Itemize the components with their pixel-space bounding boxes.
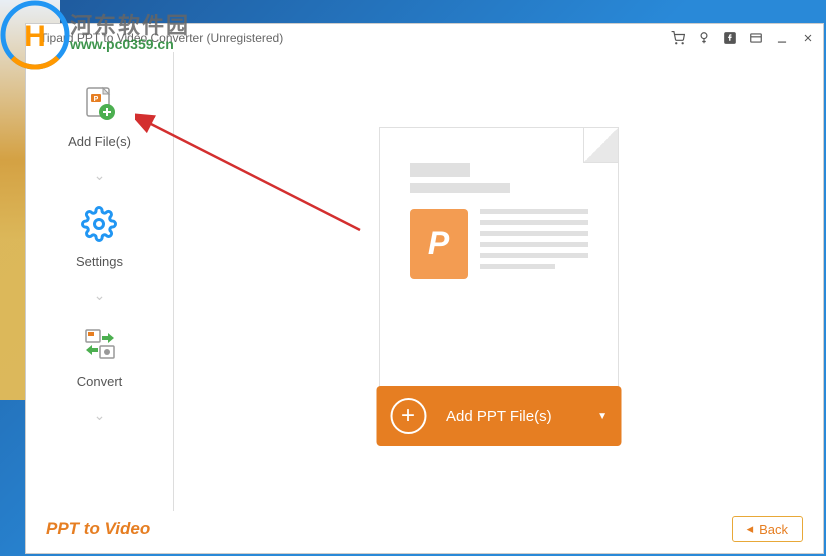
application-window: Tipard PPT to Video Converter (Unregiste… [25, 23, 824, 554]
key-icon[interactable] [697, 31, 711, 45]
add-file-icon: P [77, 82, 121, 126]
placeholder-lines [480, 209, 588, 279]
minimize-icon[interactable] [775, 31, 789, 45]
sidebar-item-settings[interactable]: Settings [76, 202, 123, 269]
cart-icon[interactable] [671, 31, 685, 45]
back-button[interactable]: ◂ Back [732, 516, 803, 542]
gear-icon [77, 202, 121, 246]
watermark-logo: H [0, 0, 70, 70]
facebook-icon[interactable] [723, 31, 737, 45]
placeholder-row: P [410, 209, 588, 279]
app-footer: PPT to Video ◂ Back [26, 511, 823, 553]
sidebar-item-label: Add File(s) [68, 134, 131, 149]
footer-brand: PPT to Video [46, 519, 150, 539]
placeholder-bar [410, 163, 470, 177]
main-area: P + Add PPT File(s) [174, 52, 823, 511]
sidebar-item-add-files[interactable]: P Add File(s) [68, 82, 131, 149]
placeholder-line [480, 253, 588, 258]
chevron-down-icon: ⌄ [94, 407, 106, 424]
close-icon[interactable] [801, 31, 815, 45]
sidebar-item-label: Settings [76, 254, 123, 269]
sidebar: P Add File(s) ⌄ Settings [26, 52, 174, 511]
chevron-down-icon: ⌄ [94, 167, 106, 184]
svg-text:H: H [24, 20, 46, 53]
placeholder-line [480, 220, 588, 225]
menu-icon[interactable] [749, 31, 763, 45]
app-body: P Add File(s) ⌄ Settings [26, 52, 823, 511]
placeholder-line [480, 209, 588, 214]
chevron-down-icon: ⌄ [94, 287, 106, 304]
watermark-url: www.pc0359.cn [70, 36, 174, 52]
add-ppt-button[interactable]: + Add PPT File(s) ▼ [376, 386, 621, 446]
add-ppt-label: Add PPT File(s) [446, 408, 589, 425]
placeholder-line [480, 264, 556, 269]
back-label: Back [759, 522, 788, 537]
svg-text:P: P [94, 96, 99, 103]
powerpoint-icon: P [410, 209, 468, 279]
convert-icon [78, 322, 122, 366]
placeholder-bar [410, 183, 510, 193]
sidebar-item-label: Convert [77, 374, 123, 389]
main-content: P + Add PPT File(s) [174, 52, 823, 511]
page-fold-icon [583, 128, 618, 163]
dropdown-arrow-icon[interactable]: ▼ [589, 411, 607, 422]
title-bar-controls [671, 31, 815, 45]
plus-icon: + [390, 398, 426, 434]
sidebar-item-convert[interactable]: Convert [77, 322, 123, 389]
back-arrow-icon: ◂ [747, 521, 754, 537]
placeholder-line [480, 231, 588, 236]
placeholder-line [480, 242, 588, 247]
